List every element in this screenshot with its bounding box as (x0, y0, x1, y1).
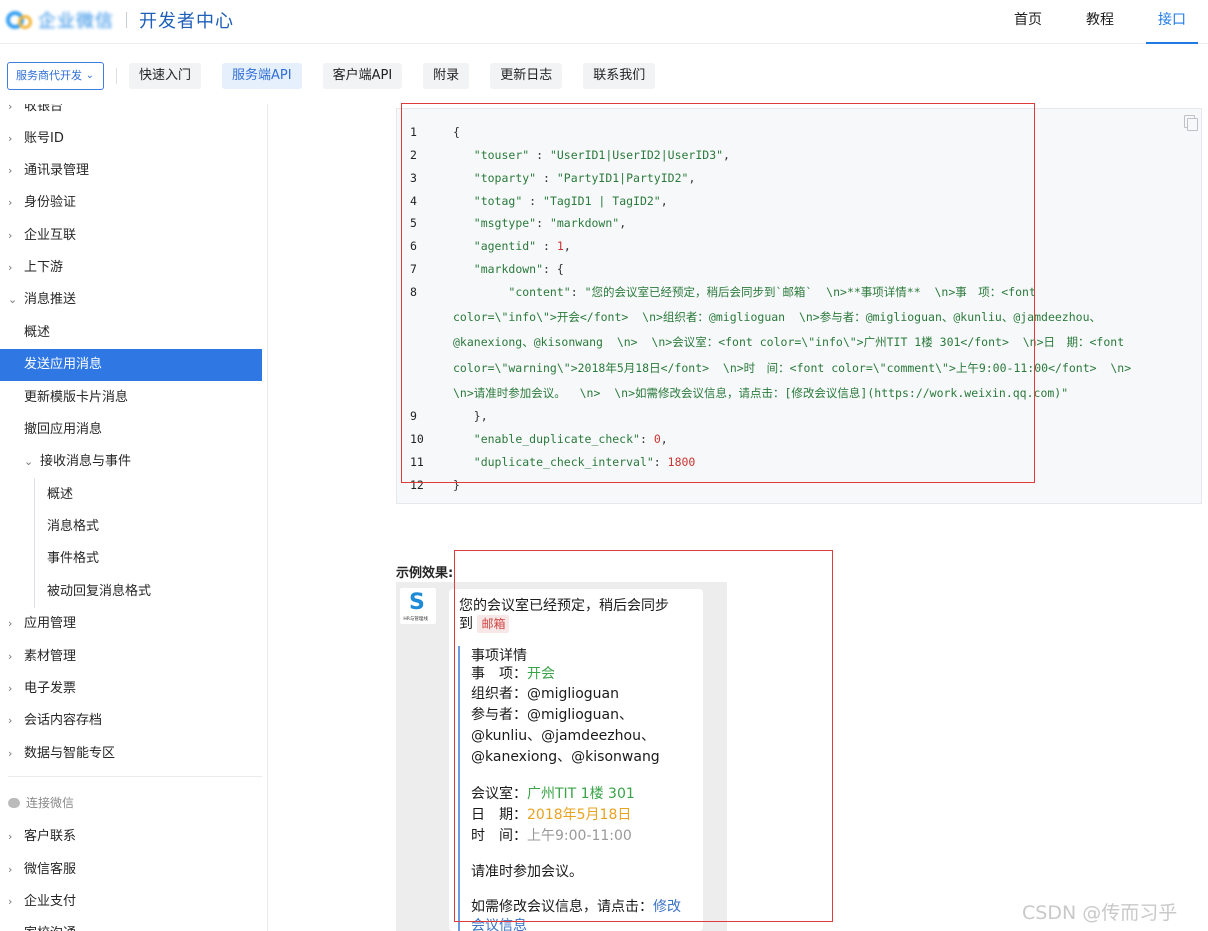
avatar-logo-text: HR与管理线 (403, 616, 428, 622)
annotation-box (454, 550, 833, 922)
sidebar-item-invoice[interactable]: › 电子发票 (0, 673, 262, 705)
chevron-right-icon: › (8, 132, 13, 145)
sidebar-item-wechat-service[interactable]: › 微信客服 (0, 854, 262, 886)
chevron-right-icon: › (8, 104, 13, 113)
tab-appendix[interactable]: 附录 (423, 63, 470, 89)
tab-quick-start[interactable]: 快速入门 (129, 63, 202, 89)
sidebar-item-interconnect[interactable]: › 企业互联 (0, 220, 262, 252)
chevron-right-icon: › (8, 682, 13, 695)
sidebar-group-connect-wechat: 连接微信 (8, 793, 74, 813)
sidebar-item-payment[interactable]: › 企业支付 (0, 886, 262, 918)
logo-text: 企业微信 (38, 11, 114, 32)
chevron-down-icon: ⌄ (8, 293, 18, 306)
sidebar-item-customer-contact[interactable]: › 客户联系 (0, 821, 262, 853)
avatar: S HR与管理线 (400, 588, 436, 624)
sub-nav: 服务商代开发 ⌄ 快速入门 服务端API 客户端API 附录 更新日志 联系我们 (0, 44, 1208, 104)
annotation-box (401, 103, 1035, 483)
sidebar-item-passive-reply[interactable]: 被动回复消息格式 (0, 576, 262, 608)
nav-tutorial[interactable]: 教程 (1074, 0, 1126, 44)
developer-type-select[interactable]: 服务商代开发 ⌄ (7, 62, 104, 90)
chevron-right-icon: › (8, 714, 13, 727)
sidebar-item-upstream[interactable]: › 上下游 (0, 252, 262, 284)
chevron-right-icon: › (8, 747, 13, 760)
chevron-right-icon: › (8, 918, 12, 931)
watermark: CSDN @传而习乎 (1022, 902, 1178, 924)
tab-changelog[interactable]: 更新日志 (490, 63, 563, 89)
chat-icon (8, 798, 20, 808)
sidebar-item-cashier[interactable]: › 收银台 (0, 104, 262, 123)
sidebar-item-event-format[interactable]: 事件格式 (0, 543, 262, 575)
chevron-right-icon: › (8, 196, 13, 209)
sidebar-item-receive-overview[interactable]: 概述 (0, 479, 262, 511)
nav-home[interactable]: 首页 (1002, 0, 1054, 44)
developer-type-label: 服务商代开发 (16, 69, 82, 82)
sidebar-item-send-app-message[interactable]: 发送应用消息 (0, 349, 262, 381)
tab-server-api[interactable]: 服务端API (222, 63, 302, 89)
chevron-right-icon: › (8, 650, 13, 663)
sidebar-item-account-id[interactable]: › 账号ID (0, 123, 262, 155)
example-label: 示例效果: (396, 566, 454, 581)
logo[interactable]: 企业微信 开发者中心 (6, 8, 234, 32)
chevron-right-icon: › (8, 617, 13, 630)
sidebar-item-message-format[interactable]: 消息格式 (0, 511, 262, 543)
chevron-right-icon: › (8, 229, 13, 242)
sidebar-item-school[interactable]: ›家校沟通 (0, 918, 262, 931)
sidebar-item-auth[interactable]: › 身份验证 (0, 187, 262, 219)
sidebar-item-update-card[interactable]: 更新模版卡片消息 (0, 382, 262, 414)
tab-contact[interactable]: 联系我们 (583, 63, 656, 89)
nav-api[interactable]: 接口 (1146, 0, 1198, 44)
sidebar-item-receive-events[interactable]: ⌄ 接收消息与事件 (0, 446, 262, 478)
chevron-down-icon: ⌄ (24, 455, 34, 468)
sidebar-item-archive[interactable]: › 会话内容存档 (0, 705, 262, 737)
sidebar-item-app-management[interactable]: › 应用管理 (0, 608, 262, 640)
subnav-divider (116, 68, 117, 84)
sidebar: › 收银台 › 账号ID › 通讯录管理 › 身份验证 › 企业互联 › 上下游 ⌄ 消息推送… (0, 104, 268, 931)
app-logo-icon: S (409, 590, 425, 615)
doc-tabs: 快速入门 服务端API 客户端API 附录 更新日志 联系我们 (129, 63, 676, 89)
logo-divider (126, 12, 127, 28)
top-nav: 首页 教程 接口 (992, 0, 1208, 44)
sidebar-item-message-push[interactable]: ⌄ 消息推送 (0, 284, 262, 316)
copy-icon[interactable] (1178, 112, 1202, 134)
chevron-right-icon: › (8, 863, 13, 876)
sidebar-item-recall-message[interactable]: 撤回应用消息 (0, 414, 262, 446)
chevron-right-icon: › (8, 261, 13, 274)
top-header: 企业微信 开发者中心 首页 教程 接口 (0, 0, 1208, 44)
wecom-logo-icon (6, 9, 34, 31)
sidebar-item-overview[interactable]: 概述 (0, 317, 262, 349)
chevron-down-icon: ⌄ (85, 70, 94, 81)
sidebar-divider (8, 776, 262, 777)
chevron-right-icon: › (8, 895, 13, 908)
chevron-right-icon: › (8, 164, 13, 177)
sidebar-item-contacts[interactable]: › 通讯录管理 (0, 155, 262, 187)
sidebar-item-data-ai[interactable]: › 数据与智能专区 (0, 738, 262, 770)
chevron-right-icon: › (8, 830, 13, 843)
site-title: 开发者中心 (139, 11, 234, 32)
tab-client-api[interactable]: 客户端API (322, 63, 403, 89)
sidebar-item-media[interactable]: › 素材管理 (0, 641, 262, 673)
